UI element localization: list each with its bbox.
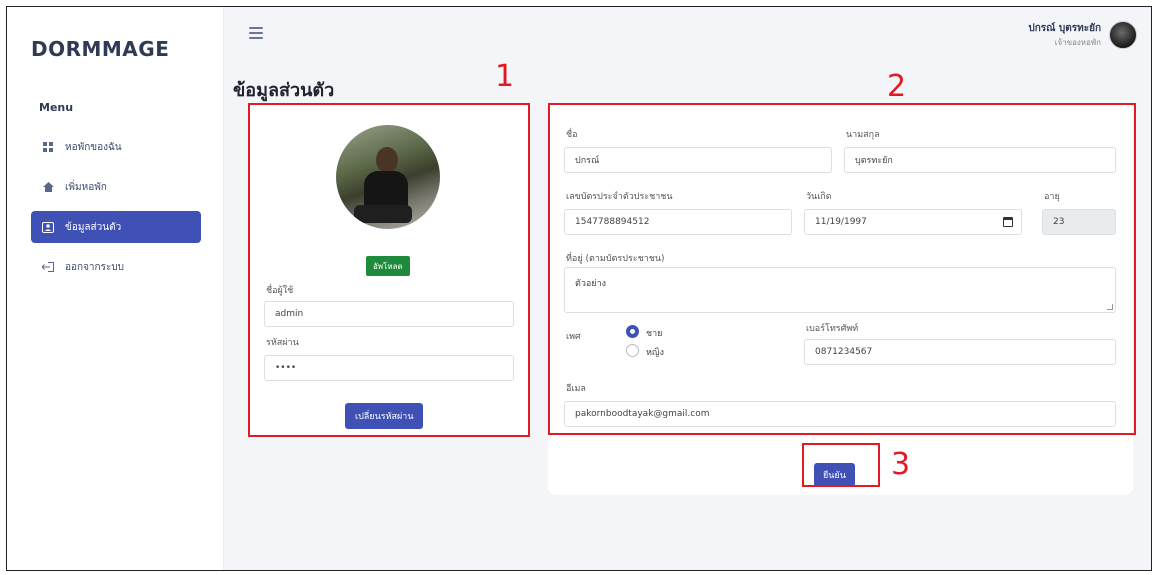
user-role: เจ้าของหอพัก: [1054, 38, 1101, 47]
sidebar-nav: หอพักของฉัน เพิ่มหอพัก ข้อมูลส่วนตัว ออก…: [31, 131, 201, 291]
annotation-number-2: 2: [887, 69, 907, 104]
user-card-icon: [41, 220, 55, 234]
app-logo: DORMMAGE: [31, 37, 170, 61]
annotation-box-1: [248, 103, 530, 437]
sidebar-item-profile[interactable]: ข้อมูลส่วนตัว: [31, 211, 201, 243]
menu-toggle-icon[interactable]: [249, 27, 263, 39]
annotation-number-1: 1: [495, 59, 515, 94]
sidebar-item-label: ออกจากระบบ: [65, 261, 125, 273]
sidebar-item-label: ข้อมูลส่วนตัว: [65, 221, 122, 233]
home-icon: [41, 180, 55, 194]
sidebar: DORMMAGE Menu หอพักของฉัน เพิ่มหอพัก ข้อ…: [7, 7, 224, 570]
avatar[interactable]: [1109, 21, 1137, 49]
menu-title: Menu: [39, 101, 74, 114]
sidebar-item-label: หอพักของฉัน: [65, 141, 122, 153]
annotation-number-3: 3: [891, 447, 911, 482]
page-title: ข้อมูลส่วนตัว: [233, 80, 335, 101]
app-window: DORMMAGE Menu หอพักของฉัน เพิ่มหอพัก ข้อ…: [6, 6, 1152, 571]
grid-icon: [41, 140, 55, 154]
user-info: ปกรณ์ บุตรทะยัก เจ้าของหอพัก: [1028, 21, 1101, 49]
sidebar-item-logout[interactable]: ออกจากระบบ: [31, 251, 201, 283]
user-name: ปกรณ์ บุตรทะยัก: [1028, 23, 1101, 34]
annotation-box-3: [802, 443, 880, 487]
annotation-box-2: [548, 103, 1136, 435]
sidebar-item-label: เพิ่มหอพัก: [65, 181, 107, 193]
logout-icon: [41, 260, 55, 274]
sidebar-item-add-dorm[interactable]: เพิ่มหอพัก: [31, 171, 201, 203]
user-menu[interactable]: ปกรณ์ บุตรทะยัก เจ้าของหอพัก: [1028, 21, 1137, 49]
sidebar-item-my-dorms[interactable]: หอพักของฉัน: [31, 131, 201, 163]
